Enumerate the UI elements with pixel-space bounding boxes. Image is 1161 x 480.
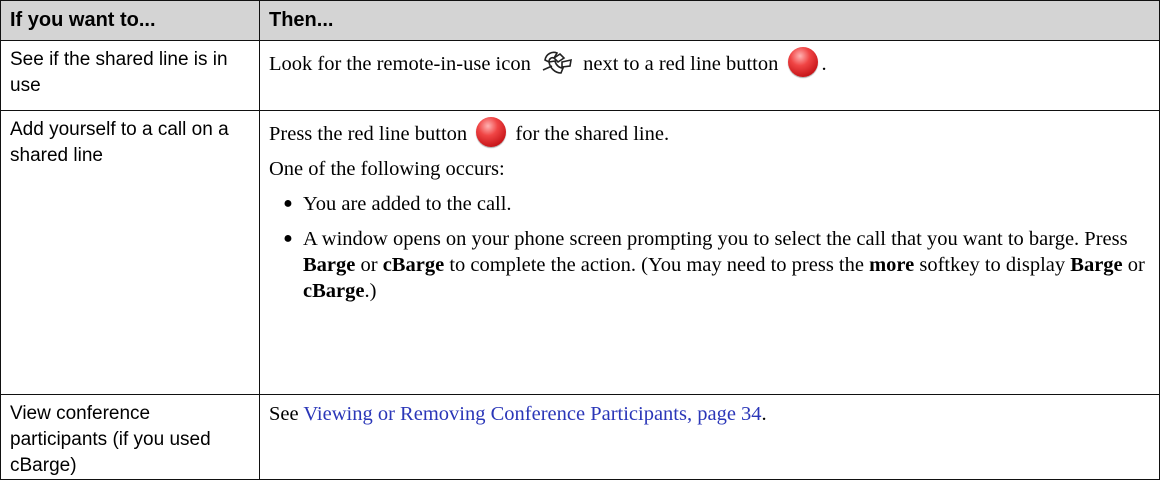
then-cell: See Viewing or Removing Conference Parti… bbox=[259, 394, 1160, 480]
red-line-button-icon bbox=[476, 117, 507, 147]
table-row: See if the shared line is in use Look fo… bbox=[0, 40, 1160, 111]
text-segment: Look for the remote-in-use icon bbox=[269, 53, 536, 75]
instruction-text: One of the following occurs: bbox=[269, 158, 505, 180]
text-segment: A window opens on your phone screen prom… bbox=[303, 228, 1128, 250]
action-cell: View conference participants (if you use… bbox=[0, 394, 260, 480]
cross-reference-link[interactable]: Viewing or Removing Conference Participa… bbox=[303, 403, 761, 425]
text-segment: .) bbox=[364, 280, 377, 302]
text-segment: See bbox=[269, 403, 304, 425]
bullet-icon: ● bbox=[283, 230, 293, 247]
instruction-text: See Viewing or Removing Conference Parti… bbox=[269, 401, 1150, 427]
instruction-text: Press the red line button for the shared… bbox=[269, 117, 1150, 147]
list-item-text: You are added to the call. bbox=[303, 193, 512, 215]
softkey-barge: Barge bbox=[1070, 254, 1123, 276]
instruction-text: Look for the remote-in-use icon next to … bbox=[269, 47, 1150, 78]
action-cell: See if the shared line is in use bbox=[0, 40, 260, 111]
text-segment: to complete the action. (You may need to… bbox=[444, 254, 870, 276]
remote-in-use-icon bbox=[542, 51, 572, 74]
bullet-icon: ● bbox=[283, 195, 293, 212]
table-header-row: If you want to... Then... bbox=[0, 0, 1160, 41]
list-item: ● You are added to the call. bbox=[269, 191, 1150, 217]
text-segment: for the shared line. bbox=[510, 123, 670, 145]
red-line-button-icon bbox=[787, 47, 818, 77]
text-segment: . bbox=[761, 403, 767, 425]
text-segment: next to a red line button bbox=[577, 53, 784, 75]
text-segment: softkey to display bbox=[914, 254, 1071, 276]
table-row: View conference participants (if you use… bbox=[0, 394, 1160, 480]
text-segment: . bbox=[821, 53, 827, 75]
then-cell: Press the red line button for the shared… bbox=[259, 110, 1160, 395]
softkey-cbarge: cBarge bbox=[382, 254, 445, 276]
softkey-barge: Barge bbox=[303, 254, 356, 276]
table-row: Add yourself to a call on a shared line … bbox=[0, 110, 1160, 395]
text-segment: Press the red line button bbox=[269, 123, 473, 145]
then-cell: Look for the remote-in-use icon next to … bbox=[259, 40, 1160, 111]
softkey-cbarge: cBarge bbox=[303, 280, 365, 302]
header-if-you-want: If you want to... bbox=[0, 0, 260, 41]
text-segment: or bbox=[1122, 254, 1145, 276]
header-then: Then... bbox=[259, 0, 1160, 41]
list-item-text: A window opens on your phone screen prom… bbox=[303, 226, 1150, 304]
list-item: ● A window opens on your phone screen pr… bbox=[269, 226, 1150, 304]
action-cell: Add yourself to a call on a shared line bbox=[0, 110, 260, 395]
softkey-more: more bbox=[869, 254, 915, 276]
instructions-table: If you want to... Then... See if the sha… bbox=[0, 0, 1160, 480]
text-segment: or bbox=[355, 254, 383, 276]
